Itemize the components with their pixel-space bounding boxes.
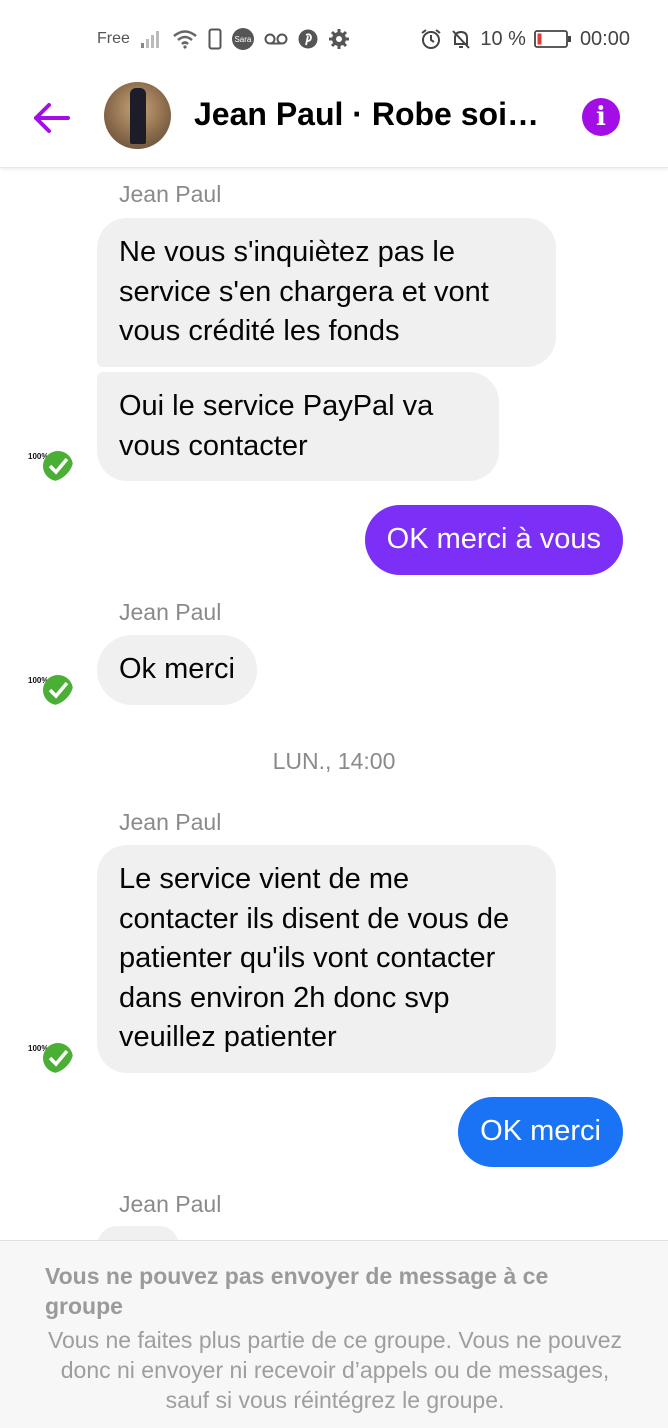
dress-image xyxy=(130,88,146,144)
group-avatar[interactable] xyxy=(104,82,171,149)
phone-icon xyxy=(208,28,222,50)
message-bubble-incoming[interactable]: Ne vous s'inquiètez pas le service s'en … xyxy=(97,218,556,367)
carrier-label: Free xyxy=(97,30,130,47)
info-icon[interactable]: i xyxy=(582,98,620,136)
sender-avatar[interactable]: 100% xyxy=(22,1022,74,1074)
clock: 00:00 xyxy=(579,27,630,50)
sender-avatar[interactable]: 100% xyxy=(22,430,74,482)
sender-avatar[interactable]: 100% xyxy=(22,654,74,706)
sara-icon: Sara xyxy=(231,28,254,50)
settings-icon xyxy=(328,29,349,49)
conversation-title[interactable]: Jean Paul · Robe soirée xyxy=(194,96,544,133)
alarm-icon xyxy=(421,29,441,49)
sender-name: Jean Paul xyxy=(119,181,222,207)
voicemail-icon xyxy=(264,33,288,45)
notice-title: Vous ne pouvez pas envoyer de message à … xyxy=(45,1263,549,1319)
pinterest-icon xyxy=(298,29,318,49)
signal-icon xyxy=(140,31,159,48)
message-bubble-incoming[interactable]: Ok merci xyxy=(97,635,257,705)
message-bubble-outgoing[interactable]: OK merci xyxy=(458,1097,623,1167)
status-right: 10 % 00:00 xyxy=(420,26,630,52)
group-left-notice: Vous ne pouvez pas envoyer de message à … xyxy=(0,1240,668,1428)
conversation-header: Jean Paul · Robe soirée i xyxy=(0,78,668,168)
checkmark-icon xyxy=(43,675,73,705)
sender-name: Jean Paul xyxy=(119,809,222,835)
battery-icon xyxy=(534,30,571,48)
checkmark-icon xyxy=(43,451,73,481)
notice-body: Vous ne faites plus partie de ce groupe.… xyxy=(47,1327,623,1413)
status-bar: Free Sara 10 % 00:00 xyxy=(0,0,668,78)
bell-off-icon xyxy=(452,30,471,49)
message-bubble-incoming[interactable]: Le service vient de me contacter ils dis… xyxy=(97,845,556,1073)
sender-name: Jean Paul xyxy=(119,1191,222,1217)
message-bubble-outgoing[interactable]: OK merci à vous xyxy=(364,505,623,575)
battery-percent: 10 % xyxy=(480,27,526,50)
status-left: Free Sara xyxy=(97,26,350,52)
message-bubble-incoming[interactable]: Oui le service PayPal va vous contacter xyxy=(97,372,499,481)
date-separator: LUN., 14:00 xyxy=(272,748,396,774)
back-arrow-icon[interactable] xyxy=(30,96,74,140)
wifi-icon xyxy=(173,30,197,49)
sender-name: Jean Paul xyxy=(119,599,222,625)
checkmark-icon xyxy=(43,1043,73,1073)
